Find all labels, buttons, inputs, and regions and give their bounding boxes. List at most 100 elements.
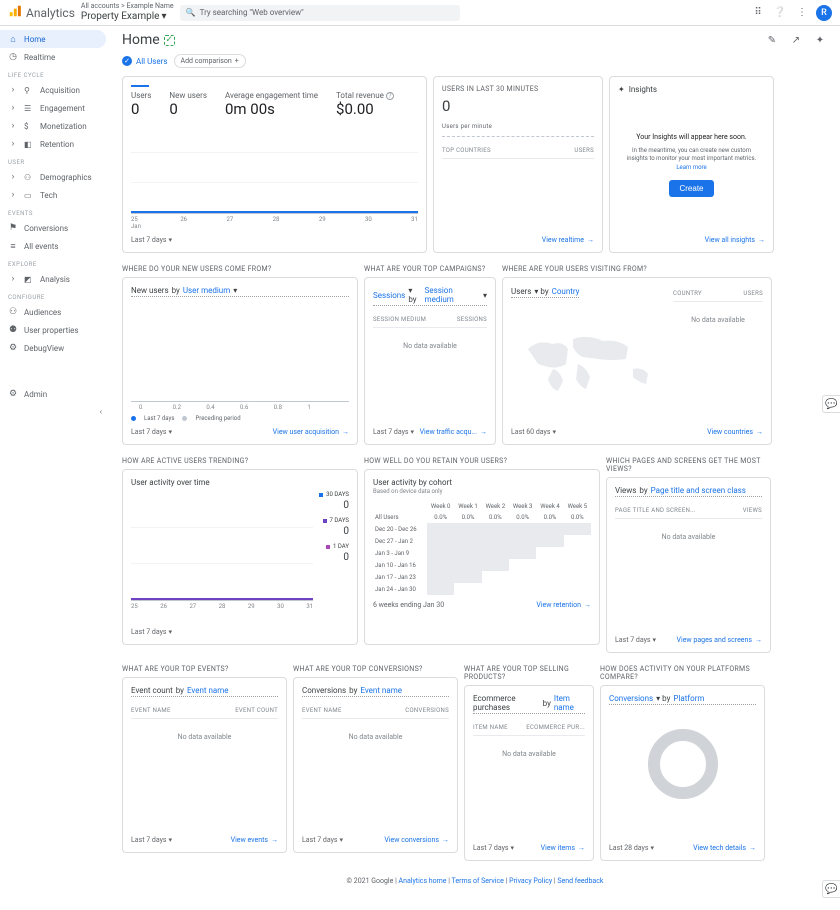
create-insight-button[interactable]: Create <box>669 180 713 197</box>
customize-icon[interactable]: ✎ <box>764 32 780 48</box>
acq-date-range[interactable]: Last 7 days ▾ <box>131 428 172 436</box>
camp-date-range[interactable]: Last 7 days ▾ <box>373 428 414 436</box>
feedback-button-2[interactable]: 💬 <box>822 880 840 898</box>
nav-conversions[interactable]: ⚑Conversions <box>0 219 106 237</box>
nav-monetization[interactable]: ›$Monetization <box>0 117 106 135</box>
add-comparison-button[interactable]: Add comparison+ <box>174 54 246 68</box>
world-map <box>511 304 665 414</box>
nav-admin[interactable]: ⚙Admin <box>0 385 106 403</box>
account-switcher[interactable]: All accounts > Example Name Property Exa… <box>81 3 174 22</box>
nav-home[interactable]: ⌂Home <box>0 30 106 48</box>
nav-analysis[interactable]: ›◩Analysis <box>0 270 106 288</box>
insights-spark-icon[interactable]: ✦ <box>812 32 828 48</box>
sidebar-collapse[interactable]: ‹ <box>0 403 110 420</box>
debug-icon: ⚙ <box>8 343 18 353</box>
geo-control[interactable]: Users ▾ by Country <box>511 287 579 298</box>
feedback-button[interactable]: 💬 <box>822 395 840 413</box>
analytics-logo-icon <box>8 4 22 21</box>
view-pages-link[interactable]: View pages and screens → <box>677 636 762 644</box>
view-events-link[interactable]: View events → <box>231 836 278 844</box>
events-title: What are your top events? <box>122 665 287 673</box>
insights-card: ✦Insights Your Insights will appear here… <box>609 76 774 253</box>
view-campaigns-link[interactable]: View traffic acqu... → <box>420 428 487 436</box>
ecommerce-control[interactable]: Ecommerce purchases by Item name <box>473 694 585 714</box>
search-input[interactable]: 🔍 Try searching "Web overview" <box>180 5 460 21</box>
pages-date-range[interactable]: Last 7 days ▾ <box>615 636 656 644</box>
footer-link-privacy[interactable]: Privacy Policy <box>509 877 552 885</box>
audience-icon: ⚇ <box>8 307 18 317</box>
product-logo[interactable]: Analytics <box>8 4 75 21</box>
chevron-right-icon: › <box>8 121 18 131</box>
segment-all-users[interactable]: ✓All Users <box>122 56 168 66</box>
feedback-icon: 💬 <box>825 884 837 895</box>
list-icon: ≡ <box>8 241 18 252</box>
nav-user-properties[interactable]: ⚉User properties <box>0 321 106 339</box>
metric-revenue[interactable]: Total revenue ?$0.00 <box>336 91 394 118</box>
conv-date-range[interactable]: Last 7 days ▾ <box>302 836 343 844</box>
overview-card: Users0 New users0 Average engagement tim… <box>122 76 427 253</box>
user-prop-icon: ⚉ <box>8 325 18 335</box>
conversions-control[interactable]: Conversions by Event name <box>302 686 449 697</box>
nav-demographics[interactable]: ›⚇Demographics <box>0 168 106 186</box>
trending-line-chart <box>131 491 313 601</box>
view-acquisition-link[interactable]: View user acquisition → <box>273 428 349 436</box>
overview-line-chart <box>131 122 418 214</box>
chevron-right-icon: › <box>8 172 18 182</box>
help-icon[interactable]: ❔ <box>772 5 788 21</box>
view-items-link[interactable]: View items → <box>541 844 585 852</box>
platform-date-range[interactable]: Last 28 days ▾ <box>609 844 654 852</box>
view-realtime-link[interactable]: View realtime → <box>542 236 594 244</box>
geo-nodata: No data available <box>673 302 763 338</box>
monetization-icon: $ <box>24 122 34 131</box>
feedback-icon: 💬 <box>825 399 837 410</box>
nav-acquisition[interactable]: ›⚲Acquisition <box>0 81 106 99</box>
chevron-right-icon: › <box>8 190 18 200</box>
pages-control[interactable]: Views by Page title and screen class <box>615 486 762 497</box>
caret-down-icon: ▾ <box>161 11 166 22</box>
nav-all-events[interactable]: ≡All events <box>0 237 106 255</box>
user-avatar[interactable]: R <box>816 5 832 21</box>
verify-icon[interactable]: ✓ <box>164 35 175 46</box>
metric-new-users[interactable]: New users0 <box>169 91 207 118</box>
nav-retention[interactable]: ›◧Retention <box>0 135 106 153</box>
geo-date-range[interactable]: Last 60 days ▾ <box>511 428 556 436</box>
events-date-range[interactable]: Last 7 days ▾ <box>131 836 172 844</box>
footer-link-tos[interactable]: Terms of Service <box>452 877 504 885</box>
view-countries-link[interactable]: View countries → <box>707 428 763 436</box>
metric-users[interactable]: Users0 <box>131 91 151 118</box>
learn-more-link[interactable]: Learn more <box>676 164 706 171</box>
section-events: Events <box>0 204 110 219</box>
platform-control[interactable]: Conversions ▾ by Platform <box>609 694 756 705</box>
engagement-icon: ☰ <box>24 104 34 113</box>
footer-link-feedback[interactable]: Send feedback <box>557 877 603 885</box>
nav-audiences[interactable]: ⚇Audiences <box>0 303 106 321</box>
check-icon: ✓ <box>122 56 132 66</box>
pages-title: Which pages and screens get the most vie… <box>606 457 771 473</box>
view-retention-link[interactable]: View retention → <box>536 601 591 609</box>
chevron-left-icon: ‹ <box>100 407 102 416</box>
metric-engagement-time[interactable]: Average engagement time0m 00s <box>225 91 318 118</box>
conversions-card: Conversions by Event name Event nameConv… <box>293 677 458 853</box>
acquisition-control[interactable]: New users by User medium ▾ <box>131 286 349 297</box>
share-icon[interactable]: ↗ <box>788 32 804 48</box>
nav-tech[interactable]: ›▭Tech <box>0 186 106 204</box>
view-all-insights-link[interactable]: View all insights → <box>705 236 765 244</box>
trend-date-range[interactable]: Last 7 days ▾ <box>131 628 172 636</box>
search-icon: 🔍 <box>186 8 196 17</box>
footer-link-home[interactable]: Analytics home <box>399 877 447 885</box>
info-icon[interactable]: ? <box>386 92 394 100</box>
retention-icon: ◧ <box>24 140 34 149</box>
nav-realtime[interactable]: ◷Realtime <box>0 48 106 66</box>
campaigns-control[interactable]: Sessions ▾ by Session medium ▾ <box>373 286 487 306</box>
ecom-date-range[interactable]: Last 7 days ▾ <box>473 844 514 852</box>
overview-date-range[interactable]: Last 7 days ▾ <box>131 236 172 244</box>
product-name: Analytics <box>26 6 75 20</box>
view-tech-link[interactable]: View tech details → <box>693 844 756 852</box>
trending-subtitle: User activity over time <box>131 478 349 487</box>
nav-debugview[interactable]: ⚙DebugView <box>0 339 106 357</box>
events-control[interactable]: Event count by Event name <box>131 686 278 697</box>
more-vert-icon[interactable]: ⋮ <box>794 5 810 21</box>
nav-engagement[interactable]: ›☰Engagement <box>0 99 106 117</box>
apps-icon[interactable]: ⠿ <box>750 5 766 21</box>
view-conversions-link[interactable]: View conversions → <box>384 836 449 844</box>
